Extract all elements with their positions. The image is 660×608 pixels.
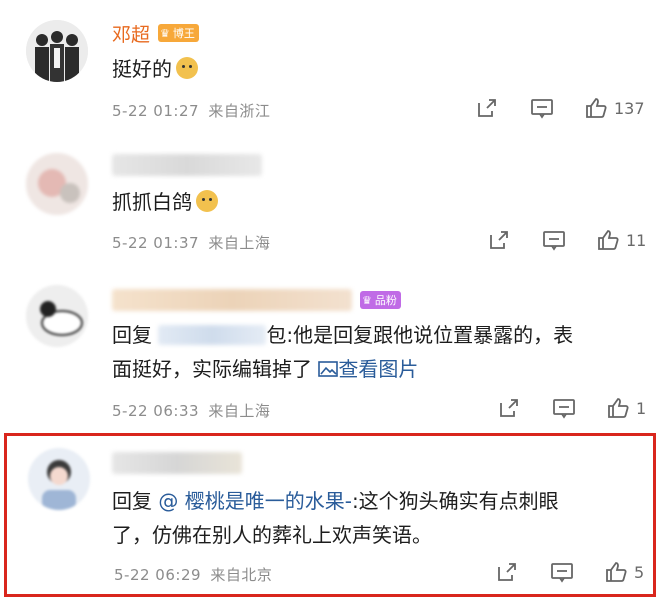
comment-location: 来自浙江 — [208, 102, 271, 120]
reply-label: 回复 — [112, 323, 152, 347]
comment-body-line-2: 面挺好，实际编辑掉了 — [112, 357, 312, 381]
comment-icon — [543, 231, 565, 251]
comment-button[interactable] — [552, 397, 576, 419]
blurred-username — [112, 154, 262, 176]
comment-body: 抓抓白鸽 — [112, 190, 192, 214]
comment-item-3: ♛ 品粉 回复 包:他是回复跟他说位置暴露的，表 面挺好，实际编辑掉了 查看图片… — [0, 275, 660, 430]
share-icon — [478, 99, 496, 117]
comment-date: 5-22 01:27 — [112, 102, 200, 120]
comment-meta: 5-22 01:37 来自上海 — [112, 232, 270, 253]
crown-icon: ♛ — [362, 293, 372, 307]
like-count: 1 — [636, 398, 647, 418]
comment-line-2: 了，仿佛在别人的葬礼上欢声笑语。 — [112, 518, 642, 552]
reply-target[interactable]: 包: — [266, 323, 293, 347]
view-image-label: 查看图片 — [338, 357, 419, 381]
share-icon — [498, 563, 516, 581]
blurred-avatar-image — [26, 153, 88, 215]
share-button[interactable] — [488, 229, 510, 251]
avatar[interactable] — [26, 20, 88, 82]
comment-text: 抓抓白鸽 — [112, 185, 218, 219]
view-image-link[interactable]: 查看图片 — [318, 357, 418, 381]
comment-text: 回复 包:他是回复跟他说位置暴露的，表 面挺好，实际编辑掉了 查看图片 — [112, 318, 632, 386]
comment-location: 来自北京 — [210, 566, 273, 584]
crown-icon: ♛ — [160, 26, 170, 40]
share-button[interactable] — [498, 397, 520, 419]
comment-actions: 137 — [476, 96, 645, 120]
comment-date: 5-22 06:29 — [114, 566, 202, 584]
comment-actions: 11 — [488, 228, 646, 252]
comment-header: 邓超 ♛ 博王 — [112, 20, 199, 46]
avatar[interactable] — [28, 448, 90, 510]
comment-location: 来自上海 — [208, 402, 271, 420]
comment-item-1: 邓超 ♛ 博王 挺好的 5-22 01:27 来自浙江 137 — [0, 0, 660, 140]
comment-item-4: 回复 @ 樱桃是唯一的水果-:这个狗头确实有点刺眼 了，仿佛在别人的葬礼上欢声笑… — [0, 436, 660, 596]
blurred-avatar-image — [26, 285, 88, 347]
comment-icon — [553, 399, 575, 419]
group-photo-avatar — [26, 20, 88, 82]
comment-date: 5-22 06:33 — [112, 402, 200, 420]
comment-text: 回复 @ 樱桃是唯一的水果-:这个狗头确实有点刺眼 了，仿佛在别人的葬礼上欢声笑… — [112, 484, 642, 552]
like-count: 137 — [614, 98, 645, 118]
like-button[interactable]: 137 — [584, 96, 645, 120]
mention-link[interactable]: @ 樱桃是唯一的水果- — [158, 489, 352, 513]
comment-meta: 5-22 06:29 来自北京 — [114, 564, 272, 585]
dog-face-emoji-icon — [196, 190, 218, 212]
comment-location: 来自上海 — [208, 234, 271, 252]
comment-meta: 5-22 01:27 来自浙江 — [112, 100, 270, 121]
comment-line-2: 面挺好，实际编辑掉了 查看图片 — [112, 352, 632, 386]
like-button[interactable]: 5 — [604, 560, 644, 584]
blurred-avatar-image — [28, 448, 90, 510]
comment-button[interactable] — [530, 97, 554, 119]
blurred-username — [112, 289, 352, 311]
comment-button[interactable] — [550, 561, 574, 583]
image-icon — [318, 361, 339, 377]
thumbs-up-icon — [586, 98, 607, 118]
share-icon — [490, 231, 508, 249]
comment-body-line-1: 他是回复跟他说位置暴露的，表 — [293, 323, 574, 347]
dog-face-emoji-icon — [176, 57, 198, 79]
comment-button[interactable] — [542, 229, 566, 251]
comment-icon — [531, 99, 553, 119]
avatar[interactable] — [26, 285, 88, 347]
comment-actions: 1 — [498, 396, 646, 420]
comment-body: 挺好的 — [112, 57, 172, 81]
share-button[interactable] — [476, 97, 498, 119]
comment-item-2: 抓抓白鸽 5-22 01:37 来自上海 11 — [0, 140, 660, 275]
comment-meta: 5-22 06:33 来自上海 — [112, 400, 270, 421]
reply-label: 回复 — [112, 489, 152, 513]
fan-badge: ♛ 博王 — [158, 24, 199, 42]
like-count: 11 — [626, 230, 647, 250]
username[interactable]: 邓超 — [112, 20, 150, 47]
badge-label: 品粉 — [374, 294, 397, 307]
comment-header — [112, 152, 262, 178]
thumbs-up-icon — [598, 230, 619, 250]
thumbs-up-icon — [608, 398, 629, 418]
blurred-reply-target — [158, 325, 267, 345]
comment-icon — [551, 563, 573, 583]
comment-text: 挺好的 — [112, 52, 198, 86]
comment-line-1: 回复 包:他是回复跟他说位置暴露的，表 — [112, 318, 632, 352]
share-button[interactable] — [496, 561, 518, 583]
comment-header: ♛ 品粉 — [112, 287, 401, 313]
comment-actions: 5 — [496, 560, 644, 584]
comment-body-line-2: 了，仿佛在别人的葬礼上欢声笑语。 — [112, 523, 432, 547]
comment-line-1: 回复 @ 樱桃是唯一的水果-:这个狗头确实有点刺眼 — [112, 484, 642, 518]
comment-date: 5-22 01:37 — [112, 234, 200, 252]
thumbs-up-icon — [606, 562, 627, 582]
badge-label: 博王 — [172, 27, 195, 40]
comment-body-line-1: :这个狗头确实有点刺眼 — [351, 489, 559, 513]
like-button[interactable]: 1 — [606, 396, 646, 420]
comment-header — [112, 450, 242, 476]
share-icon — [500, 399, 518, 417]
blurred-username — [112, 452, 242, 474]
like-count: 5 — [634, 562, 645, 582]
like-button[interactable]: 11 — [596, 228, 646, 252]
fan-badge: ♛ 品粉 — [360, 291, 401, 309]
avatar[interactable] — [26, 153, 88, 215]
